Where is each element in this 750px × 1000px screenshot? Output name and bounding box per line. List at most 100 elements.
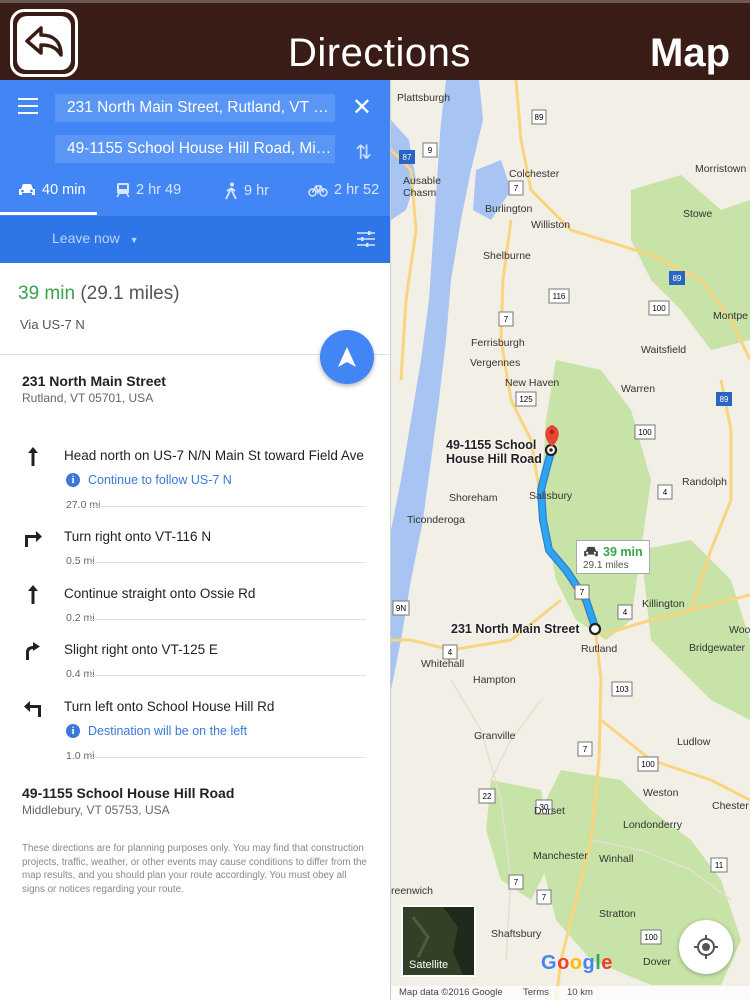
svg-text:116: 116 — [553, 292, 566, 301]
map-place-label: Plattsburgh — [397, 92, 451, 104]
start-address: Rutland, VT 05701, USA — [22, 391, 154, 405]
svg-text:7: 7 — [504, 315, 509, 324]
bike-icon — [308, 185, 328, 197]
map-place-label: Dover — [643, 956, 672, 968]
svg-text:125: 125 — [519, 395, 533, 404]
route-input-panel: 231 North Main Street, Rutland, VT 05701… — [0, 80, 390, 263]
step-note-text: Destination will be on the left — [88, 724, 248, 738]
bubble-distance: 29.1 miles — [583, 560, 629, 571]
app-header: Directions Map — [0, 0, 750, 80]
menu-icon[interactable] — [18, 98, 38, 114]
page-title: Directions — [288, 31, 471, 75]
info-icon: i — [66, 724, 80, 738]
bubble-time: 39 min — [603, 545, 643, 559]
map-place-label: Colchester — [509, 168, 560, 180]
tab-transit[interactable]: 2 hr 49 — [116, 182, 181, 198]
map-place-label: Rutland — [581, 643, 618, 655]
map-place-label: Hampton — [473, 674, 516, 686]
dropdown-arrow-icon: ▼ — [129, 235, 139, 245]
map-place-label: Warren — [621, 383, 656, 395]
tab-bike[interactable]: 2 hr 52 — [308, 182, 379, 198]
map-place-label: Woo — [729, 624, 750, 636]
train-icon — [116, 183, 130, 198]
my-location-button[interactable] — [679, 920, 733, 974]
options-icon[interactable] — [356, 230, 376, 248]
map-place-label: Ticonderoga — [407, 514, 465, 526]
route-distance: (29.1 miles) — [80, 283, 180, 304]
info-icon: i — [66, 473, 80, 487]
route-time: 39 min — [18, 283, 76, 304]
satellite-label: Satellite — [409, 959, 449, 971]
tab-label: 2 hr 49 — [136, 182, 182, 198]
disclaimer: These directions are for planning purpos… — [22, 843, 367, 895]
destination-map-label: 49-1155 School House Hill Road — [446, 438, 542, 466]
navigate-button[interactable] — [320, 330, 374, 384]
scale-label: 10 km — [567, 987, 593, 998]
map-view[interactable]: 89 87 9 7 116 89 7 100 89 100 125 4 7 4 … — [391, 80, 750, 1000]
svg-text:7: 7 — [514, 184, 519, 193]
step-note-text: Continue to follow US-7 N — [88, 473, 232, 487]
step-instruction: Turn right onto VT-116 N — [64, 529, 212, 544]
map-place-label: Winhall — [599, 853, 634, 865]
map-place-label: Shelburne — [483, 250, 531, 262]
step-divider — [90, 619, 366, 620]
step-divider — [90, 675, 366, 676]
svg-text:11: 11 — [715, 861, 724, 870]
straight-arrow-icon — [28, 585, 38, 604]
google-logo: Google — [541, 952, 613, 974]
terms-link[interactable]: Terms — [523, 987, 549, 998]
destination-input[interactable]: 49-1155 School House Hill Road, Middlebu… — [55, 135, 335, 163]
car-icon — [584, 546, 598, 557]
map-place-label: Ausable Chasm — [403, 175, 441, 199]
leave-now-dropdown[interactable]: Leave now ▼ — [52, 230, 139, 246]
map-place-label: Williston — [531, 219, 571, 231]
tab-drive[interactable]: 40 min — [18, 182, 86, 198]
satellite-toggle[interactable]: Satellite — [401, 905, 476, 977]
step-divider — [90, 506, 366, 507]
start-name: 231 North Main Street — [22, 373, 166, 389]
map-place-label: Burlington — [485, 203, 533, 215]
tab-label: 40 min — [42, 182, 86, 198]
turn-right-icon — [25, 531, 42, 547]
map-place-label: New Haven — [505, 377, 560, 389]
svg-text:103: 103 — [615, 685, 629, 694]
map-place-label: Ludlow — [677, 736, 711, 748]
departure-bar: Leave now ▼ — [0, 216, 390, 263]
crosshair-icon — [694, 935, 718, 959]
map-place-label: Dorset — [534, 805, 565, 817]
origin-input[interactable]: 231 North Main Street, Rutland, VT 05701… — [55, 94, 335, 122]
origin-map-label: 231 North Main Street — [451, 622, 580, 636]
map-button[interactable]: Map — [650, 31, 730, 76]
map-place-label: Morristown — [695, 163, 747, 175]
svg-text:89: 89 — [535, 113, 544, 122]
straight-arrow-icon — [28, 447, 38, 466]
travel-mode-tabs: 40 min 2 hr 49 9 hr 2 hr 52 — [0, 176, 390, 216]
step-distance: 0.4 mi — [66, 668, 95, 680]
map-place-label: Shoreham — [449, 492, 498, 504]
end-address: Middlebury, VT 05753, USA — [22, 803, 170, 817]
slight-right-icon — [26, 642, 40, 660]
svg-text:89: 89 — [673, 274, 682, 283]
tab-walk[interactable]: 9 hr — [224, 182, 269, 200]
close-icon[interactable]: ✕ — [352, 96, 372, 120]
map-place-label: Chester — [712, 800, 749, 812]
svg-text:4: 4 — [623, 608, 628, 617]
route-time-bubble[interactable]: 39 min 29.1 miles — [576, 540, 650, 574]
map-place-label: Montpe — [713, 310, 749, 322]
car-icon — [19, 184, 35, 195]
leave-now-label: Leave now — [52, 230, 120, 246]
map-place-label: Killington — [642, 598, 685, 610]
step-distance: 0.2 mi — [66, 612, 95, 624]
step-instruction: Head north on US-7 N/N Main St toward Fi… — [64, 448, 364, 463]
svg-text:89: 89 — [720, 395, 729, 404]
swap-icon[interactable]: ⇅ — [355, 140, 372, 165]
svg-text:4: 4 — [663, 488, 668, 497]
map-data-text: Map data ©2016 Google — [399, 987, 503, 998]
back-button[interactable] — [10, 9, 78, 77]
map-place-label: Weston — [643, 787, 679, 799]
map-place-label: Waitsfield — [641, 344, 687, 356]
selected-tab-indicator — [0, 212, 97, 215]
step-distance: 0.5 mi — [66, 555, 95, 567]
svg-text:22: 22 — [483, 792, 492, 801]
step-note: i Continue to follow US-7 N — [66, 473, 232, 487]
